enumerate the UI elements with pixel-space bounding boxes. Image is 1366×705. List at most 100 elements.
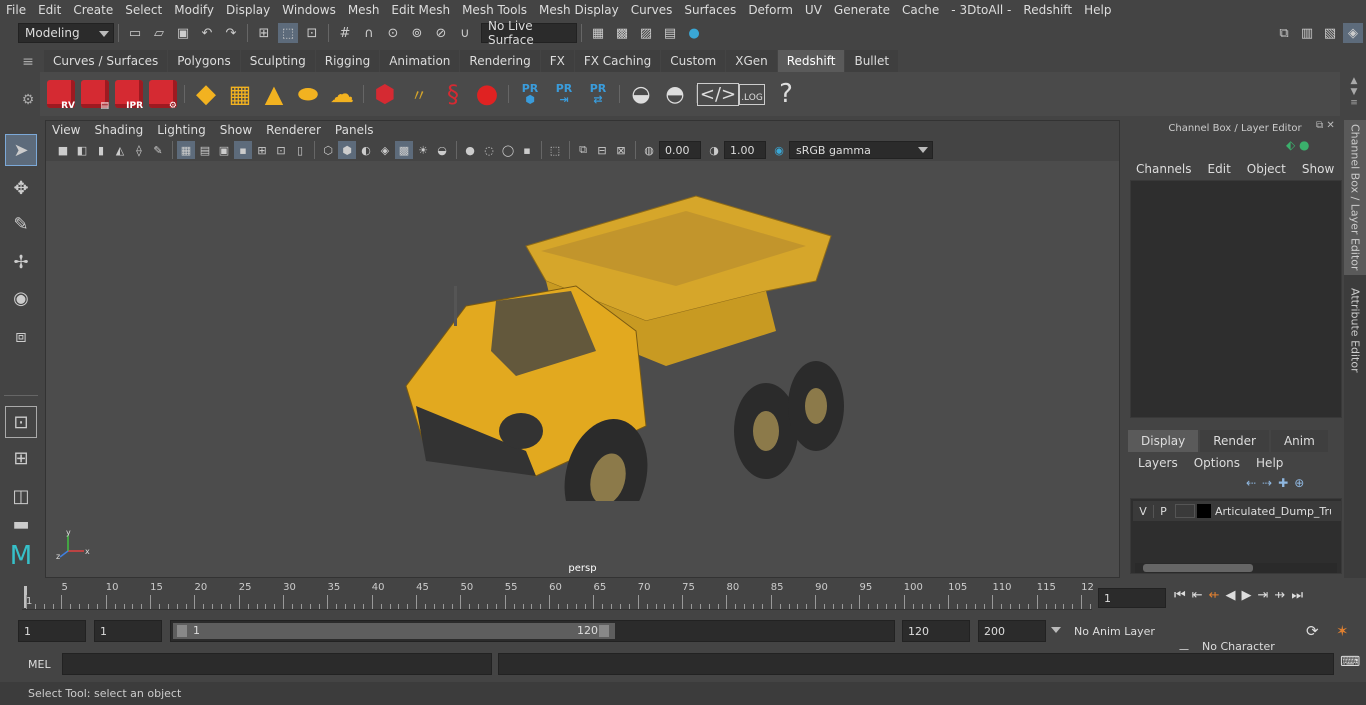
shadows-icon[interactable]: ◒ <box>433 141 451 159</box>
outliner-icon[interactable]: ▧ <box>1320 23 1340 43</box>
2d-pan-icon[interactable]: ⟠ <box>130 141 148 159</box>
float-panel-icon[interactable]: ⧉ ✕ <box>1316 120 1335 131</box>
open-scene-icon[interactable]: ▱ <box>149 23 169 43</box>
color-management-icon[interactable]: ◉ <box>770 141 788 159</box>
textured-icon[interactable]: ▩ <box>395 141 413 159</box>
depth-of-field-icon[interactable]: ▪ <box>518 141 536 159</box>
range-slider[interactable]: 1 120 <box>170 620 895 642</box>
shelf-scroll[interactable]: ▲ ▼ ≡ <box>1344 76 1364 112</box>
rs-volume-button[interactable]: 〃 <box>403 76 435 112</box>
play-backward-icon[interactable]: ◀ <box>1226 588 1236 603</box>
image-plane-icon[interactable]: ◭ <box>111 141 129 159</box>
rs-sphere-button[interactable]: ● <box>471 76 503 112</box>
camera-icon[interactable]: ■ <box>54 141 72 159</box>
rs-settings-button[interactable]: ⚙ <box>147 76 179 112</box>
layer-visibility-toggle[interactable]: V <box>1133 505 1153 518</box>
viewport-menu-lighting[interactable]: Lighting <box>157 123 206 137</box>
select-tool-icon[interactable]: ➤ <box>5 134 37 166</box>
menu-curves[interactable]: Curves <box>625 3 679 17</box>
xray-components-icon[interactable]: ⊠ <box>612 141 630 159</box>
single-pane-icon[interactable]: ⊡ <box>5 406 37 438</box>
channel-box-menu-object[interactable]: Object <box>1247 162 1286 176</box>
layer-menu-options[interactable]: Options <box>1194 456 1240 470</box>
grid-icon[interactable]: ▦ <box>177 141 195 159</box>
menu-deform[interactable]: Deform <box>742 3 799 17</box>
layer-tab-render[interactable]: Render <box>1200 430 1269 452</box>
menu-windows[interactable]: Windows <box>276 3 342 17</box>
shelf-tab-curves-surfaces[interactable]: Curves / Surfaces <box>44 50 168 72</box>
rs-dome-light-button[interactable]: ☁ <box>326 76 358 112</box>
gamma-icon[interactable]: ◑ <box>705 141 723 159</box>
render-settings-icon[interactable]: ▤ <box>660 23 680 43</box>
select-hierarchy-icon[interactable]: ⊞ <box>254 23 274 43</box>
shelf-tab-bullet[interactable]: Bullet <box>845 50 899 72</box>
rs-proxy-button[interactable]: ⬢ <box>369 76 401 112</box>
animation-start-field[interactable]: 1 <box>18 620 86 642</box>
channel-box-menu-edit[interactable]: Edit <box>1208 162 1231 176</box>
rs-batch-render-button[interactable]: ▤ <box>79 76 111 112</box>
menu-generate[interactable]: Generate <box>828 3 896 17</box>
wireframe-icon[interactable]: ⬡ <box>319 141 337 159</box>
render-history-icon[interactable]: ▦ <box>588 23 608 43</box>
lasso-tool-icon[interactable]: ✥ <box>5 172 37 204</box>
layer-menu-layers[interactable]: Layers <box>1138 456 1178 470</box>
motion-blur-icon[interactable]: ◌ <box>480 141 498 159</box>
current-frame-field[interactable]: 1 <box>1098 588 1166 608</box>
anti-alias-icon[interactable]: ◯ <box>499 141 517 159</box>
viewport-menu-view[interactable]: View <box>52 123 80 137</box>
pr-export-button[interactable]: PR ⇥ <box>548 76 580 112</box>
default-material-icon[interactable]: ◐ <box>357 141 375 159</box>
rs-hair-button[interactable]: § <box>437 76 469 112</box>
ambient-occlusion-icon[interactable]: ● <box>461 141 479 159</box>
rs-ipr-button[interactable]: IPR <box>113 76 145 112</box>
new-layer-selected-icon[interactable]: ⊕ <box>1294 476 1304 490</box>
menu-file[interactable]: File <box>0 3 32 17</box>
tab-attribute-editor[interactable]: Attribute Editor <box>1344 280 1366 380</box>
shelf-tab-rigging[interactable]: Rigging <box>315 50 380 72</box>
shelf-settings-icon[interactable]: ⚙ <box>18 92 38 108</box>
playback-start-field[interactable]: 1 <box>94 620 162 642</box>
snap-curve-icon[interactable]: ∩ <box>359 23 379 43</box>
rs-render-view-button[interactable]: RV <box>45 76 77 112</box>
menu-help[interactable]: Help <box>1078 3 1117 17</box>
command-input[interactable] <box>62 653 492 675</box>
shelf-tab-redshift[interactable]: Redshift <box>777 50 845 72</box>
grease-pencil-icon[interactable]: ✎ <box>149 141 167 159</box>
select-object-icon[interactable]: ⬚ <box>278 23 298 43</box>
snap-grid-icon[interactable]: # <box>335 23 355 43</box>
snap-view-icon[interactable]: ⊚ <box>407 23 427 43</box>
layer-color-swatch[interactable] <box>1197 504 1211 518</box>
layer-scrollbar[interactable] <box>1135 563 1337 573</box>
scale-tool-icon[interactable]: ⧈ <box>5 320 37 352</box>
xray-icon[interactable]: ⧉ <box>574 141 592 159</box>
command-language-label[interactable]: MEL <box>28 658 51 671</box>
menu-cache[interactable]: Cache <box>896 3 945 17</box>
layer-tab-display[interactable]: Display <box>1128 430 1199 452</box>
shelf-menu-icon[interactable]: ≡ <box>18 54 38 70</box>
snap-surface-icon[interactable]: ⊘ <box>431 23 451 43</box>
new-scene-icon[interactable]: ▭ <box>125 23 145 43</box>
layer-row[interactable]: V P Articulated_Dump_Tru <box>1133 501 1341 521</box>
outliner-pane-icon[interactable]: ▬ <box>5 514 37 535</box>
rotate-tool-icon[interactable]: ◉ <box>5 282 37 314</box>
menu-mesh-tools[interactable]: Mesh Tools <box>456 3 533 17</box>
pr-swap-button[interactable]: PR ⇄ <box>582 76 614 112</box>
shelf-tab-xgen[interactable]: XGen <box>726 50 777 72</box>
menu-edit-mesh[interactable]: Edit Mesh <box>385 3 456 17</box>
pr-cube-button[interactable]: PR ⬢ <box>514 76 546 112</box>
shelf-tab-sculpting[interactable]: Sculpting <box>240 50 315 72</box>
help-button[interactable]: ? <box>770 76 802 112</box>
shelf-tab-polygons[interactable]: Polygons <box>168 50 240 72</box>
safe-action-icon[interactable]: ⊡ <box>272 141 290 159</box>
exposure-icon[interactable]: ◍ <box>640 141 658 159</box>
range-start-grip[interactable] <box>177 625 187 637</box>
layer-menu-help[interactable]: Help <box>1256 456 1283 470</box>
anim-layer-dropdown[interactable]: No Anim Layer <box>1050 620 1172 642</box>
channel-box-menu-channels[interactable]: Channels <box>1136 162 1192 176</box>
anim-prefs-icon[interactable]: ✶ <box>1336 622 1349 640</box>
save-scene-icon[interactable]: ▣ <box>173 23 193 43</box>
move-layer-down-icon[interactable]: ⇢ <box>1262 476 1272 490</box>
select-component-icon[interactable]: ⊡ <box>302 23 322 43</box>
four-pane-icon[interactable]: ⊞ <box>5 442 37 474</box>
range-end-grip[interactable] <box>599 625 609 637</box>
